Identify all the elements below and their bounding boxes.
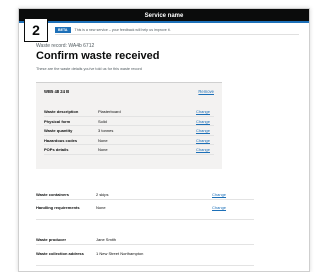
lede-text: These are the waste details you've told … <box>36 67 142 71</box>
row-value: None <box>98 147 108 152</box>
summary-row-quantity: Waste quantity 3 tonnes Change <box>44 126 214 136</box>
row-key: Physical form <box>44 118 71 124</box>
service-name[interactable]: Service name <box>19 13 309 19</box>
step-number-badge: 2 <box>24 18 48 42</box>
waste-item-card: WB5 48 24 B Remove Waste description Pla… <box>36 82 222 169</box>
summary-row-handling: Handling requirements None Change <box>36 203 254 220</box>
phase-banner: Beta This is a new service – your feedba… <box>55 26 299 35</box>
change-link[interactable]: Change <box>196 109 210 114</box>
row-value: None <box>96 205 106 210</box>
phase-tag: Beta <box>55 27 71 33</box>
card-summary-list: Waste description Plasterboard Change Ph… <box>44 107 214 155</box>
row-value: None <box>98 137 108 143</box>
row-key: POPs details <box>44 147 69 152</box>
change-link[interactable]: Change <box>196 128 210 133</box>
summary-row-collection-address: Waste collection address 1 New Street No… <box>36 249 254 266</box>
row-value: Solid <box>98 118 107 124</box>
change-link[interactable]: Change <box>212 192 226 197</box>
change-link[interactable]: Change <box>196 119 210 124</box>
row-key: Hazardous codes <box>44 137 78 143</box>
header-accent-bar <box>19 21 309 23</box>
row-value: Jane Smith <box>96 237 117 242</box>
row-value: Plasterboard <box>98 109 121 114</box>
row-key: Waste containers <box>36 192 69 197</box>
row-key: Waste producer <box>36 237 67 242</box>
summary-row-pops: POPs details None Change <box>44 145 214 155</box>
summary-row-hazardous-codes: Hazardous codes None Change <box>44 136 214 145</box>
remove-link[interactable]: Remove <box>198 89 214 94</box>
row-value: 3 tonnes <box>98 128 114 133</box>
waste-id: WB5 48 24 B <box>44 89 70 94</box>
change-link[interactable]: Change <box>196 138 210 143</box>
change-link[interactable]: Change <box>212 205 226 210</box>
service-header: Service name <box>19 9 309 23</box>
record-caption: Waste record: WA4b 6712 <box>36 43 95 49</box>
change-link[interactable]: Change <box>196 147 210 152</box>
summary-row-containers: Waste containers 2 skips Change <box>36 190 254 200</box>
row-key: Waste description <box>44 109 79 114</box>
row-key: Waste quantity <box>44 128 73 133</box>
row-key: Handling requirements <box>36 205 80 210</box>
summary-row-producer: Waste producer Jane Smith <box>36 235 254 245</box>
summary-row-description: Waste description Plasterboard Change <box>44 107 214 117</box>
row-value: 1 New Street Northampton <box>96 251 144 256</box>
page-title: Confirm waste received <box>36 50 160 62</box>
card-header: WB5 48 24 B Remove <box>44 88 214 97</box>
summary-row-physical-form: Physical form Solid Change <box>44 117 214 126</box>
row-key: Waste collection address <box>36 251 84 256</box>
row-value: 2 skips <box>96 192 109 197</box>
phase-text: This is a new service – your feedback wi… <box>74 28 171 32</box>
